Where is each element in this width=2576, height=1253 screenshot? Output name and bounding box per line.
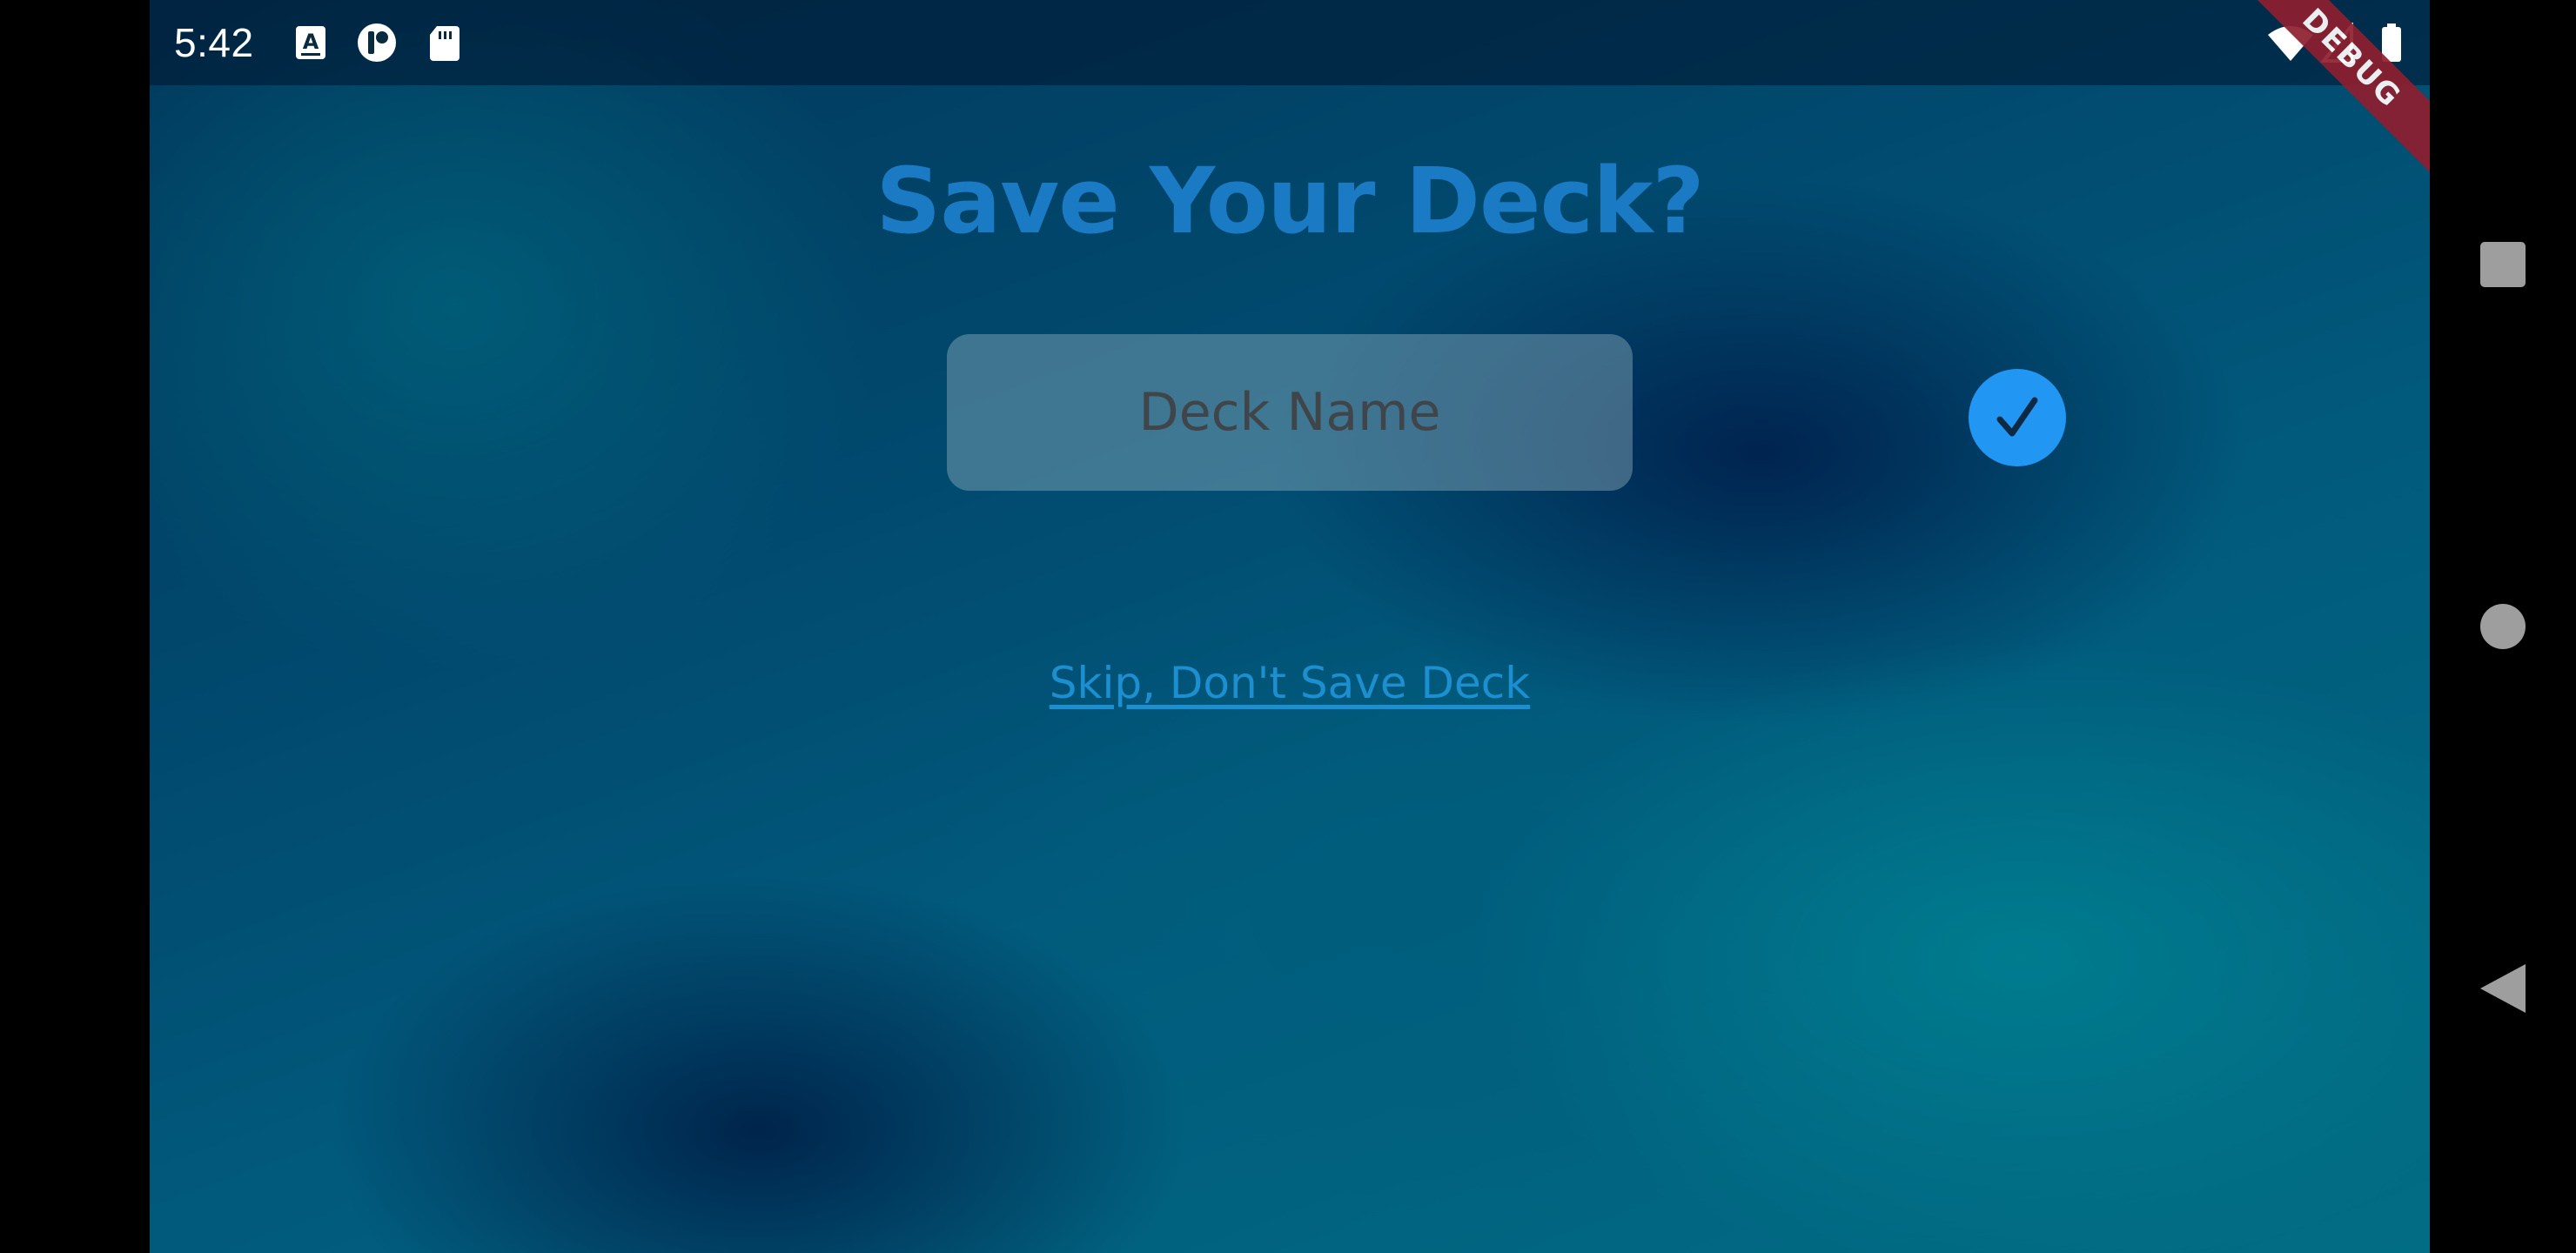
home-button[interactable]	[2430, 557, 2576, 696]
page-title: Save Your Deck?	[875, 148, 1704, 254]
confirm-save-button[interactable]	[1969, 369, 2066, 466]
recents-button[interactable]	[2430, 195, 2576, 334]
svg-text:A: A	[303, 30, 319, 54]
home-circle-icon	[2480, 604, 2526, 649]
skip-dont-save-link[interactable]: Skip, Don't Save Deck	[150, 658, 2430, 708]
sd-card-icon	[430, 26, 460, 61]
status-time: 5:42	[174, 20, 254, 65]
back-triangle-icon	[2480, 964, 2526, 1013]
keyboard-a-icon: A	[296, 26, 325, 59]
recents-square-icon	[2480, 242, 2526, 287]
navigation-bar	[2430, 0, 2576, 1253]
checkmark-icon	[1996, 397, 2038, 437]
app-screen: 5:42 A DEBUG Save Your Deck? Deck Name S…	[150, 0, 2430, 1253]
app-circle-icon	[358, 23, 396, 62]
deck-name-input[interactable]	[947, 334, 1633, 491]
status-bar: 5:42 A DEBUG	[150, 0, 2430, 205]
device-frame: 5:42 A DEBUG Save Your Deck? Deck Name S…	[0, 0, 2576, 1253]
back-button[interactable]	[2430, 919, 2576, 1058]
